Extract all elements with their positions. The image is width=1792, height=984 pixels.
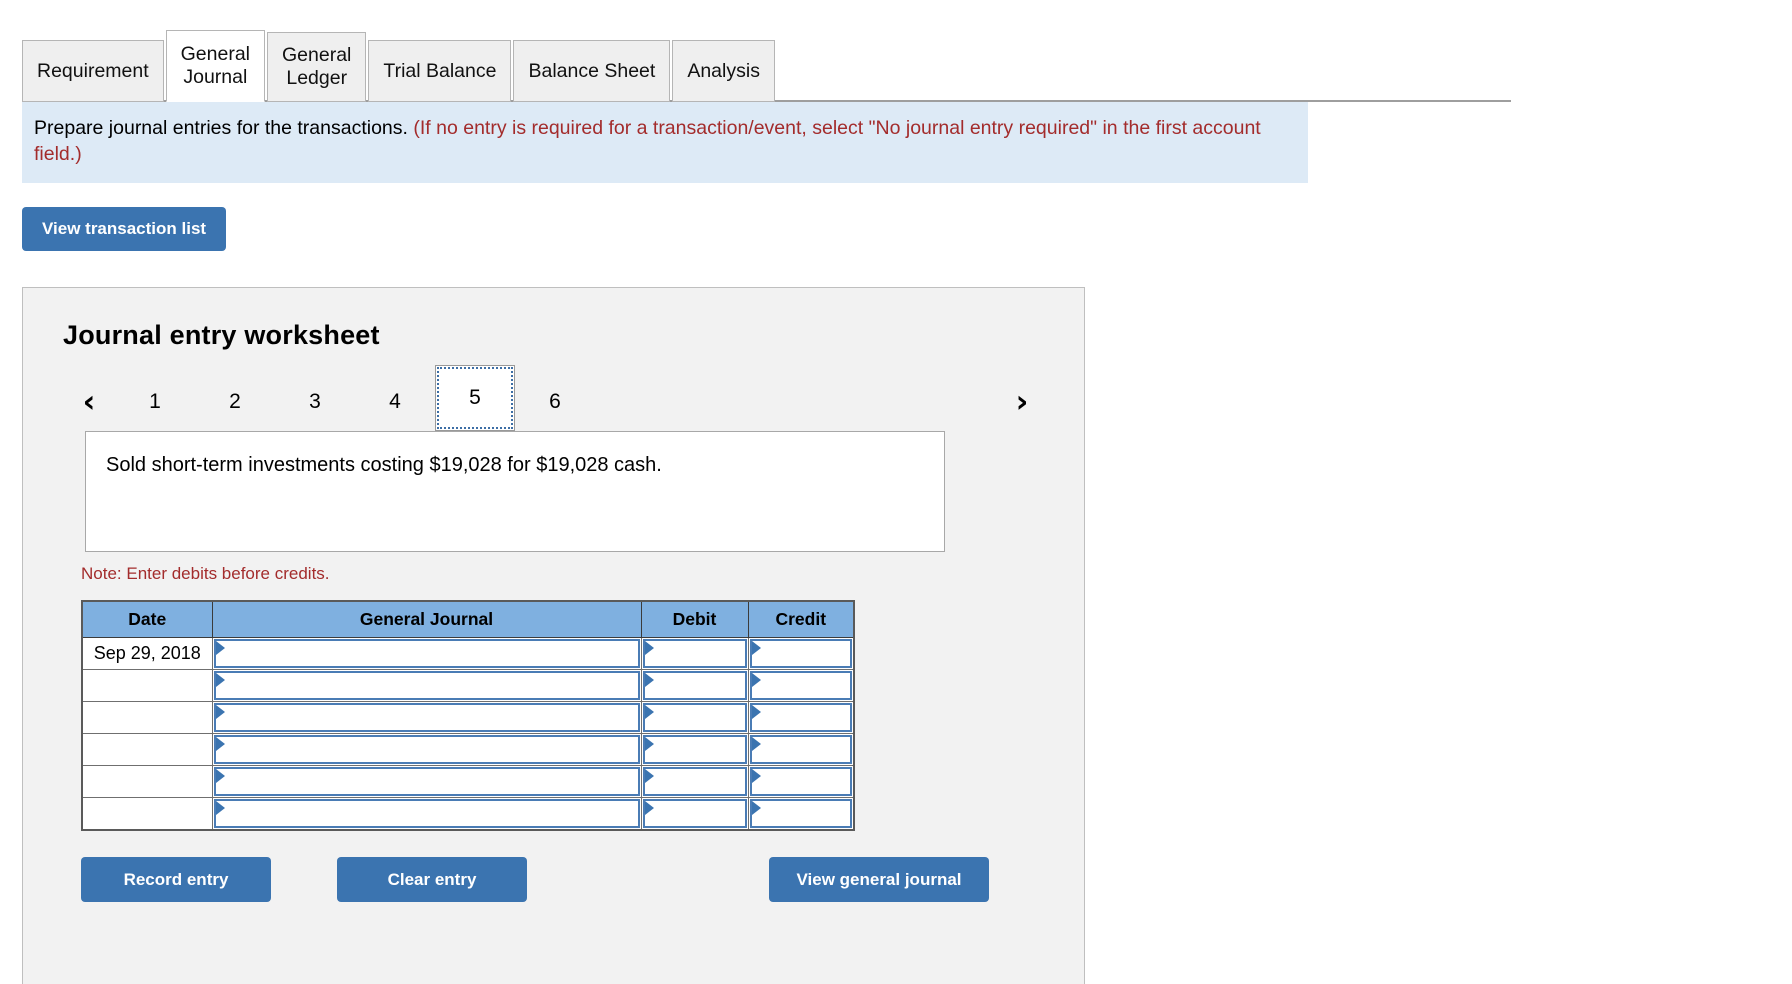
cell-date-6: [81, 797, 213, 831]
credit-input-4[interactable]: [749, 735, 852, 764]
tab-balance-sheet-label: Balance Sheet: [528, 59, 656, 82]
view-transaction-list-button[interactable]: View transaction list: [22, 207, 227, 251]
pager-page-4[interactable]: 4: [355, 373, 435, 431]
pager-page-1[interactable]: 1: [115, 373, 195, 431]
cell-date-4: [81, 733, 213, 766]
pager-page-6[interactable]: 6: [515, 373, 595, 431]
transaction-description-text: Sold short-term investments costing $19,…: [106, 454, 662, 476]
pager-page-5[interactable]: 5: [435, 365, 515, 431]
cell-account-5: [211, 765, 642, 798]
tab-general-ledger[interactable]: General Ledger: [267, 32, 367, 102]
cell-debit-2: [640, 669, 749, 702]
debit-input-4[interactable]: [642, 735, 747, 764]
tab-bar: Requirement General Journal General Ledg…: [0, 24, 1792, 102]
table-row: [81, 701, 855, 734]
debits-before-credits-note: Note: Enter debits before credits.: [81, 564, 330, 583]
table-row: [81, 797, 855, 831]
cell-debit-5: [640, 765, 749, 798]
tab-trial-balance[interactable]: Trial Balance: [368, 40, 512, 102]
cell-credit-1: [747, 637, 855, 670]
credit-input-1[interactable]: [749, 639, 852, 668]
account-select-6[interactable]: [213, 799, 640, 828]
tab-requirement-label: Requirement: [37, 59, 149, 82]
column-header-general-journal: General Journal: [211, 600, 642, 638]
cell-credit-3: [747, 701, 855, 734]
column-header-date: Date: [81, 600, 213, 638]
tab-analysis-label: Analysis: [687, 59, 760, 82]
cell-date-2: [81, 669, 213, 702]
worksheet-pager: ‹ 1 2 3 4 5 6 ›: [63, 365, 1048, 431]
column-header-credit: Credit: [747, 600, 855, 638]
cell-credit-4: [747, 733, 855, 766]
journal-entry-table: Date General Journal Debit Credit Sep 29…: [81, 600, 855, 831]
account-select-2[interactable]: [213, 671, 640, 700]
cell-date-3: [81, 701, 213, 734]
cell-credit-2: [747, 669, 855, 702]
tab-balance-sheet[interactable]: Balance Sheet: [513, 40, 671, 102]
account-select-1[interactable]: [213, 639, 640, 668]
debit-input-2[interactable]: [642, 671, 747, 700]
cell-credit-5: [747, 765, 855, 798]
worksheet-title: Journal entry worksheet: [63, 320, 380, 350]
tab-general-journal[interactable]: General Journal: [165, 30, 266, 102]
instruction-banner: Prepare journal entries for the transact…: [22, 102, 1308, 183]
column-header-debit: Debit: [640, 600, 749, 638]
account-select-4[interactable]: [213, 735, 640, 764]
tab-requirement[interactable]: Requirement: [22, 40, 164, 102]
credit-input-2[interactable]: [749, 671, 852, 700]
tab-general-ledger-label: General Ledger: [282, 44, 352, 89]
debit-input-6[interactable]: [642, 799, 747, 828]
cell-account-4: [211, 733, 642, 766]
view-general-journal-button[interactable]: View general journal: [769, 857, 989, 902]
debit-input-5[interactable]: [642, 767, 747, 796]
toolbar: View transaction list: [22, 207, 1792, 251]
tab-trial-balance-label: Trial Balance: [383, 59, 497, 82]
credit-input-3[interactable]: [749, 703, 852, 732]
transaction-description-box: Sold short-term investments costing $19,…: [85, 431, 945, 552]
table-row: [81, 669, 855, 702]
worksheet-action-bar: Record entry Clear entry View general jo…: [81, 857, 1036, 902]
debit-input-3[interactable]: [642, 703, 747, 732]
tab-general-journal-label: General Journal: [180, 43, 251, 88]
cell-date-1: Sep 29, 2018: [81, 637, 213, 670]
cell-debit-3: [640, 701, 749, 734]
tab-analysis[interactable]: Analysis: [672, 40, 775, 102]
credit-input-6[interactable]: [749, 799, 852, 828]
account-select-3[interactable]: [213, 703, 640, 732]
cell-credit-6: [747, 797, 855, 831]
pager-page-3[interactable]: 3: [275, 373, 355, 431]
clear-entry-button[interactable]: Clear entry: [337, 857, 527, 902]
instruction-main-text: Prepare journal entries for the transact…: [34, 117, 414, 139]
table-row: [81, 733, 855, 766]
cell-account-2: [211, 669, 642, 702]
record-entry-button[interactable]: Record entry: [81, 857, 271, 902]
cell-account-3: [211, 701, 642, 734]
debit-input-1[interactable]: [642, 639, 747, 668]
cell-account-6: [211, 797, 642, 831]
cell-account-1: [211, 637, 642, 670]
chevron-right-icon[interactable]: ›: [996, 373, 1048, 431]
credit-input-5[interactable]: [749, 767, 852, 796]
chevron-left-icon[interactable]: ‹: [63, 373, 115, 431]
cell-debit-1: [640, 637, 749, 670]
table-row: [81, 765, 855, 798]
cell-debit-4: [640, 733, 749, 766]
account-select-5[interactable]: [213, 767, 640, 796]
cell-debit-6: [640, 797, 749, 831]
cell-date-5: [81, 765, 213, 798]
journal-entry-worksheet-panel: Journal entry worksheet ‹ 1 2 3 4 5 6 › …: [22, 287, 1085, 984]
pager-page-2[interactable]: 2: [195, 373, 275, 431]
table-row: Sep 29, 2018: [81, 637, 855, 670]
table-header-row: Date General Journal Debit Credit: [81, 600, 855, 638]
